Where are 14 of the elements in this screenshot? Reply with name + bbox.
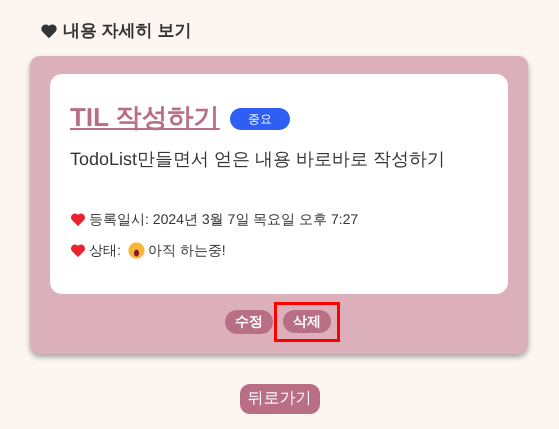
action-button[interactable]: 수정 xyxy=(225,310,273,334)
todo-description: TodoList만들면서 얻은 내용 바로바로 작성하기 xyxy=(70,148,446,170)
importance-badge: 중요 xyxy=(230,108,290,130)
heart-icon xyxy=(70,242,86,258)
page-heading: 내용 자세히 보기 xyxy=(63,20,192,42)
todo-title: TIL 작성하기 xyxy=(70,100,220,134)
status-value: 아직 하는중! xyxy=(148,240,226,260)
surprised-emoji-icon xyxy=(128,242,145,258)
heart-icon xyxy=(70,212,86,226)
status-label: 상태: xyxy=(89,240,121,260)
heart-icon xyxy=(40,22,58,39)
back-button[interactable]: 뒤로가기 xyxy=(240,384,320,414)
registered-date: 등록일시: 2024년 3월 7일 목요일 오후 7:27 xyxy=(89,210,358,228)
action-button[interactable]: 삭제 xyxy=(283,310,331,332)
